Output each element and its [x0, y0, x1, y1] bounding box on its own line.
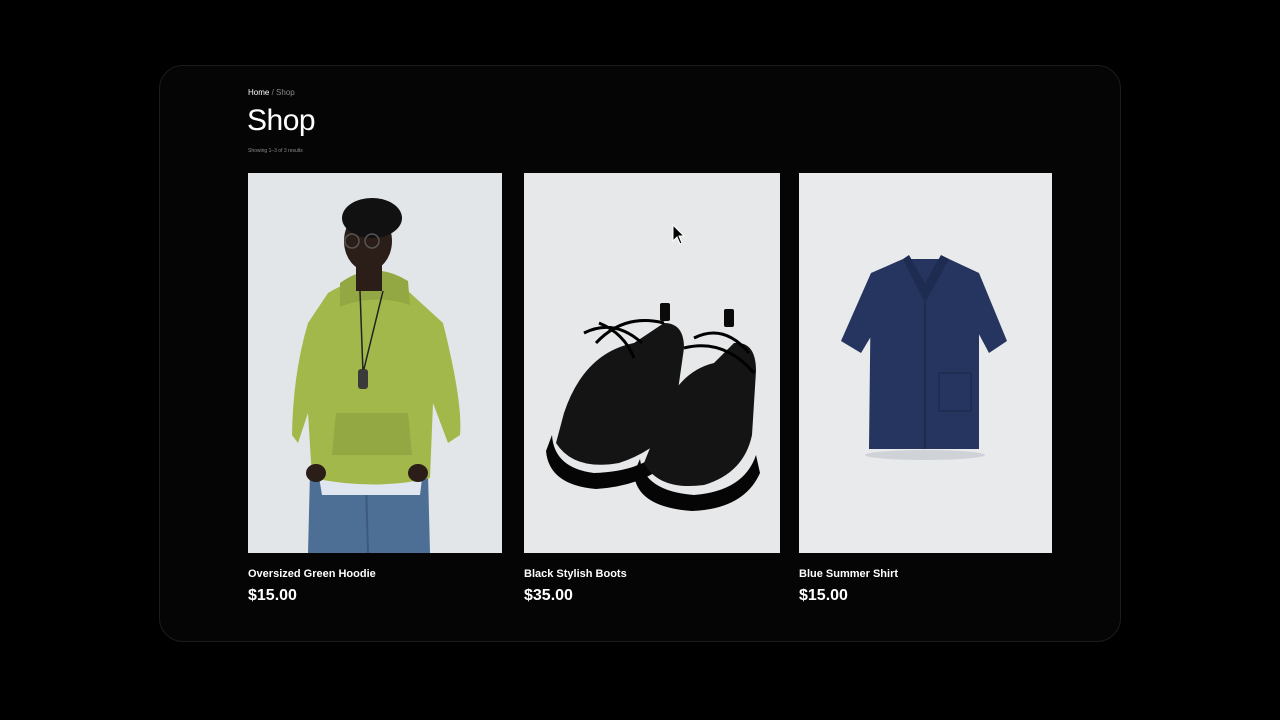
shop-window: Home / Shop Shop Showing 1–3 of 3 result… [159, 65, 1121, 642]
product-image-shirt[interactable] [799, 173, 1052, 553]
boots-image [524, 173, 780, 553]
product-card-shirt[interactable]: Blue Summer Shirt $15.00 [799, 173, 1052, 605]
product-name[interactable]: Blue Summer Shirt [799, 568, 1052, 580]
result-count: Showing 1–3 of 3 results [248, 148, 303, 154]
breadcrumb-separator: / [271, 88, 274, 97]
breadcrumb: Home / Shop [248, 88, 295, 97]
hoodie-model-image [248, 173, 502, 553]
product-price: $15.00 [248, 587, 297, 604]
product-price: $15.00 [799, 587, 848, 604]
mouse-cursor-icon [672, 224, 686, 245]
product-name[interactable]: Oversized Green Hoodie [248, 568, 502, 580]
product-price: $35.00 [524, 587, 573, 604]
product-image-boots[interactable] [524, 173, 780, 553]
product-name[interactable]: Black Stylish Boots [524, 568, 780, 580]
breadcrumb-current: Shop [276, 88, 295, 97]
product-card-boots[interactable]: Black Stylish Boots $35.00 [524, 173, 780, 605]
product-image-hoodie[interactable] [248, 173, 502, 553]
page-title: Shop [247, 104, 316, 137]
breadcrumb-home-link[interactable]: Home [248, 88, 269, 97]
product-card-hoodie[interactable]: Oversized Green Hoodie $15.00 [248, 173, 502, 605]
shirt-image [799, 173, 1052, 553]
